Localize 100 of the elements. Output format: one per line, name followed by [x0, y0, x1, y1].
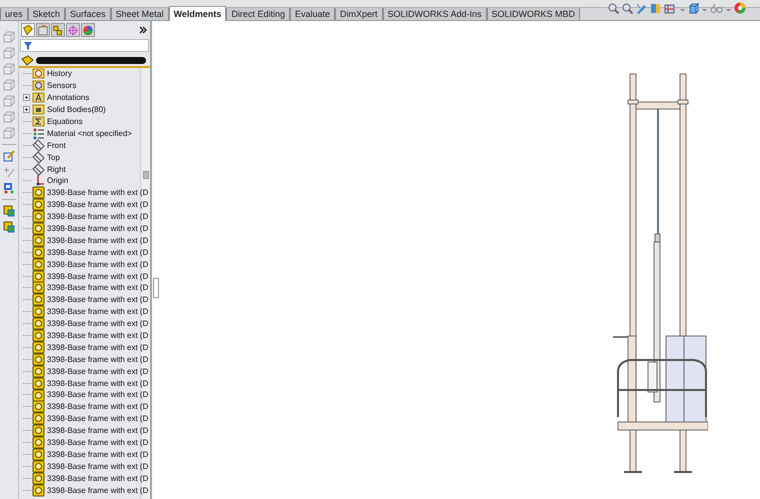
glasses-icon[interactable] — [710, 2, 723, 14]
cube-icon[interactable] — [688, 2, 699, 14]
ribbon-tab[interactable]: DimXpert — [335, 7, 383, 20]
weldment-icon[interactable] — [3, 221, 15, 233]
cube-outline-icon[interactable] — [3, 111, 15, 123]
part-icon — [32, 210, 45, 224]
weldment-icon[interactable] — [3, 205, 15, 217]
tree-item[interactable]: 3398-Base frame with ext (D — [47, 212, 148, 222]
part-icon — [32, 388, 45, 402]
tree-item[interactable]: 3398-Base frame with ext (D — [47, 200, 148, 210]
tree-item[interactable]: 3398-Base frame with ext (D — [47, 260, 148, 269]
display-tab[interactable] — [81, 23, 95, 37]
smart-component-icon[interactable] — [3, 182, 15, 194]
tree-item[interactable]: Top — [47, 152, 60, 162]
tree-item[interactable]: 3398-Base frame with ext (D — [47, 307, 148, 316]
part-icon — [32, 364, 45, 378]
ribbon-tab[interactable]: Weldments — [168, 6, 226, 21]
expand-toggle[interactable] — [23, 94, 30, 102]
tree-item[interactable]: 3398-Base frame with ext (D — [47, 378, 148, 388]
part-icon — [32, 222, 45, 236]
part-icon — [32, 400, 45, 414]
tree-item[interactable]: 3398-Base frame with ext (D — [47, 426, 148, 436]
plane-icon — [32, 162, 45, 176]
cube-outline-icon[interactable] — [3, 31, 15, 43]
sketch-icon[interactable] — [3, 150, 15, 162]
tree-item[interactable]: 3398-Base frame with ext (D — [47, 331, 148, 340]
ribbon-tab[interactable]: SOLIDWORKS Add-Ins — [382, 7, 487, 20]
tree-item[interactable]: Annotations — [47, 93, 90, 102]
tree-item[interactable]: 3398-Base frame with ext (D — [47, 236, 148, 245]
chevron-right-icon[interactable] — [139, 26, 147, 34]
tree-item[interactable]: 3398-Base frame with ext (D — [47, 354, 148, 364]
tree-item[interactable]: 3398-Base frame with ext (D — [47, 438, 148, 448]
part-icon — [21, 54, 34, 66]
tree-item[interactable]: 3398-Base frame with ext (D — [47, 224, 148, 234]
tree-item[interactable]: 3398-Base frame with ext (D — [47, 342, 148, 352]
part-icon — [32, 424, 45, 438]
feature-tree-tab[interactable] — [21, 23, 35, 37]
cube-outline-icon[interactable] — [3, 63, 15, 75]
material-icon — [32, 126, 45, 140]
history-icon — [32, 68, 45, 80]
tree-item[interactable]: 3398-Base frame with ext (D — [47, 188, 148, 198]
tree-item[interactable]: Solid Bodies(80) — [47, 105, 106, 114]
cube-outline-icon[interactable] — [3, 95, 15, 107]
part-icon — [32, 376, 45, 390]
plane-icon — [32, 138, 45, 152]
tree-item[interactable]: 3398-Base frame with ext (D — [47, 390, 148, 400]
expand-toggle[interactable] — [23, 106, 30, 114]
tree-item[interactable]: 3398-Base frame with ext (D — [47, 319, 148, 328]
ribbon-tab[interactable]: Direct Editing — [226, 7, 290, 20]
color-wheel-icon[interactable] — [734, 2, 746, 14]
tree-item[interactable]: 3398-Base frame with ext (D — [47, 486, 148, 495]
splitter-handle[interactable] — [153, 278, 159, 298]
tree-item[interactable]: 3398-Base frame with ext (D — [47, 366, 148, 376]
part-icon — [32, 436, 45, 450]
ribbon-tab[interactable]: Evaluate — [290, 7, 335, 20]
part-icon — [32, 472, 45, 485]
tree-item[interactable]: 3398-Base frame with ext (D — [47, 414, 148, 424]
part-icon — [32, 305, 45, 318]
tree-item[interactable]: Right — [47, 164, 66, 174]
tree-item[interactable]: 3398-Base frame with ext (D — [47, 283, 148, 292]
part-icon — [32, 198, 45, 212]
ribbon-tab[interactable]: ures — [0, 7, 28, 20]
tree-item[interactable]: 3398-Base frame with ext (D — [47, 248, 148, 257]
plane-icon — [32, 150, 45, 164]
configuration-tab[interactable] — [51, 23, 65, 37]
pencil-icon[interactable] — [636, 2, 647, 14]
ribbon-tab[interactable]: SOLIDWORKS MBD — [486, 7, 580, 20]
view-orientation-icon[interactable] — [664, 2, 677, 14]
tree-item[interactable]: Front — [47, 140, 66, 150]
tree-item[interactable]: 3398-Base frame with ext (D — [47, 474, 148, 483]
filter-icon — [24, 42, 32, 50]
zoom-to-fit-icon[interactable] — [608, 2, 619, 14]
bodies-icon — [32, 103, 45, 116]
part-icon — [32, 317, 45, 330]
tree-item[interactable]: 3398-Base frame with ext (D — [47, 272, 148, 281]
part-icon — [32, 234, 45, 247]
tree-item[interactable]: 3398-Base frame with ext (D — [47, 402, 148, 412]
ribbon-tab[interactable]: Sketch — [28, 7, 66, 20]
tree-item[interactable]: 3398-Base frame with ext (D — [47, 450, 148, 459]
sensors-icon — [32, 79, 45, 92]
part-icon — [32, 270, 45, 283]
property-tab[interactable] — [36, 23, 50, 37]
dimxpert-tab[interactable] — [66, 23, 80, 37]
zoom-area-icon[interactable] — [622, 2, 633, 14]
scrollbar[interactable] — [140, 68, 150, 499]
ribbon-tab[interactable]: Sheet Metal — [110, 7, 169, 20]
cube-outline-icon[interactable] — [3, 79, 15, 91]
tree-item[interactable]: 3398-Base frame with ext (D — [47, 295, 148, 304]
tree-item[interactable]: 3398-Base frame with ext (D — [47, 462, 148, 471]
tree-item[interactable]: Sensors — [47, 81, 76, 90]
ribbon-tab[interactable]: Surfaces — [65, 7, 111, 20]
tree-item[interactable]: Equations — [47, 117, 83, 126]
tree-item[interactable]: History — [47, 69, 72, 78]
tree-item[interactable]: Material <not specified> — [47, 128, 132, 138]
tree-item[interactable]: Origin — [47, 176, 68, 186]
filter-field[interactable] — [20, 39, 149, 52]
scrollbar-thumb[interactable] — [143, 171, 149, 179]
cube-outline-icon[interactable] — [3, 47, 15, 59]
cube-outline-icon[interactable] — [3, 127, 15, 139]
plus-pencil-icon[interactable] — [3, 166, 15, 178]
